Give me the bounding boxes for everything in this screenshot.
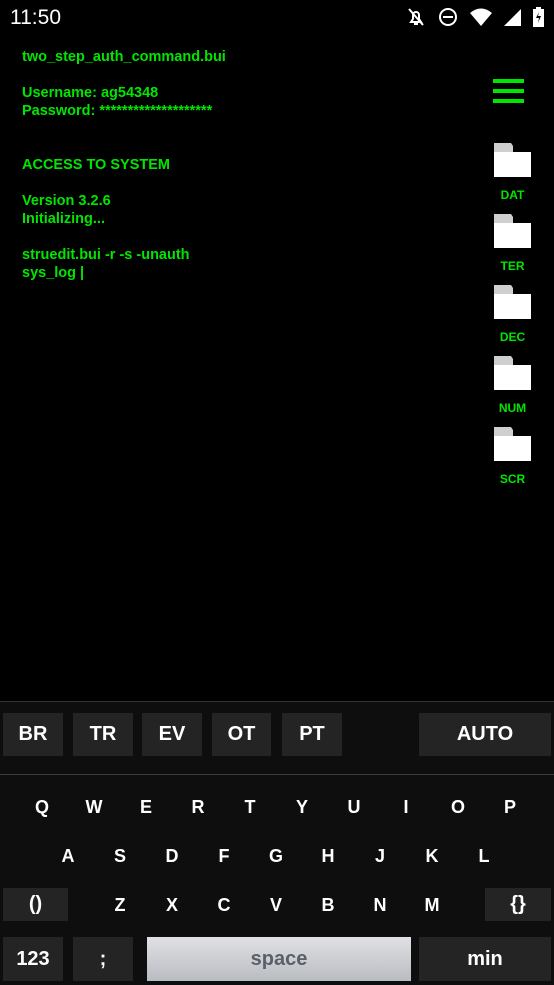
do-not-disturb-icon [439, 8, 457, 26]
terminal-username: Username: ag54348 [22, 85, 159, 101]
key-f[interactable]: F [209, 846, 239, 867]
key-l[interactable]: L [469, 846, 499, 867]
key-c[interactable]: C [209, 895, 239, 916]
key-n[interactable]: N [365, 895, 395, 916]
key-h[interactable]: H [313, 846, 343, 867]
toolbar-button-ot[interactable]: OT [212, 713, 271, 756]
menu-icon[interactable] [493, 79, 524, 109]
key-a[interactable]: A [53, 846, 83, 867]
wifi-icon [470, 8, 492, 26]
auto-button[interactable]: AUTO [419, 713, 551, 756]
key-v[interactable]: V [261, 895, 291, 916]
key-k[interactable]: K [417, 846, 447, 867]
toolbar-button-tr[interactable]: TR [73, 713, 133, 756]
key-z[interactable]: Z [105, 895, 135, 916]
terminal-init: Initializing... [22, 211, 105, 227]
key-min[interactable]: min [419, 937, 551, 981]
key-t[interactable]: T [235, 797, 265, 818]
key-s[interactable]: S [105, 846, 135, 867]
terminal-command: struedit.bui -r -s -unauth [22, 247, 190, 263]
terminal-input[interactable]: sys_log | [22, 264, 84, 282]
key-r[interactable]: R [183, 797, 213, 818]
toolbar-button-pt[interactable]: PT [282, 713, 342, 756]
key-semicolon[interactable]: ; [73, 937, 133, 981]
folder-icon-dat[interactable] [494, 143, 531, 177]
key-m[interactable]: M [417, 895, 447, 916]
folder-icon-ter[interactable] [494, 214, 531, 248]
terminal-access: ACCESS TO SYSTEM [22, 157, 170, 173]
bell-off-icon [408, 8, 424, 26]
toolbar-button-br[interactable]: BR [3, 713, 63, 756]
key-d[interactable]: D [157, 846, 187, 867]
folder-label-dec[interactable]: DEC [490, 330, 535, 344]
key-parentheses[interactable]: () [3, 888, 68, 921]
key-i[interactable]: I [391, 797, 421, 818]
status-time: 11:50 [10, 6, 61, 29]
folder-icon-num[interactable] [494, 356, 531, 390]
key-o[interactable]: O [443, 797, 473, 818]
key-e[interactable]: E [131, 797, 161, 818]
folder-icon-scr[interactable] [494, 427, 531, 461]
key-g[interactable]: G [261, 846, 291, 867]
toolbar-button-ev[interactable]: EV [142, 713, 202, 756]
key-123[interactable]: 123 [3, 937, 63, 981]
key-space[interactable]: space [147, 937, 411, 981]
key-b[interactable]: B [313, 895, 343, 916]
key-j[interactable]: J [365, 846, 395, 867]
terminal-password: Password: ******************** [22, 103, 213, 119]
folder-label-scr[interactable]: SCR [490, 472, 535, 486]
folder-label-dat[interactable]: DAT [490, 188, 535, 202]
signal-icon [504, 8, 521, 26]
key-u[interactable]: U [339, 797, 369, 818]
folder-label-ter[interactable]: TER [490, 259, 535, 273]
key-y[interactable]: Y [287, 797, 317, 818]
key-q[interactable]: Q [27, 797, 57, 818]
key-w[interactable]: W [79, 797, 109, 818]
folder-icon-dec[interactable] [494, 285, 531, 319]
battery-charging-icon [533, 7, 544, 27]
key-x[interactable]: X [157, 895, 187, 916]
key-braces[interactable]: {} [485, 888, 551, 921]
folder-label-num[interactable]: NUM [490, 401, 535, 415]
terminal-filename: two_step_auth_command.bui [22, 49, 226, 65]
status-icons [406, 7, 544, 27]
divider [0, 774, 554, 775]
key-p[interactable]: P [495, 797, 525, 818]
terminal-version: Version 3.2.6 [22, 193, 111, 209]
